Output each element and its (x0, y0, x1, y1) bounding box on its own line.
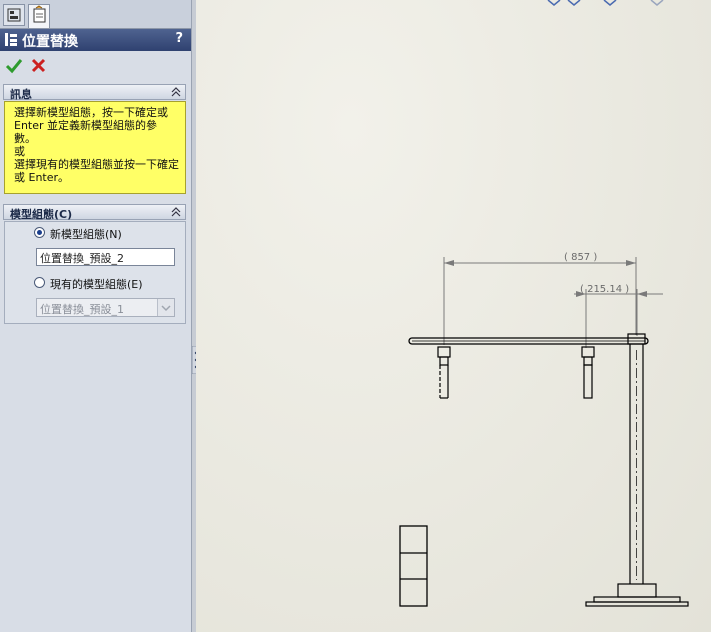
vertical-post[interactable] (585, 333, 689, 607)
config-group-header[interactable]: 模型組態(C) (3, 204, 186, 221)
property-manager-panel: 位置替換 ? 訊息 選擇新模型組態，按一下確定或 Enter 並定義新模型組態的… (0, 0, 192, 632)
panel-tabs (0, 0, 191, 29)
help-icon[interactable]: ? (175, 31, 183, 46)
existing-config-radio[interactable] (34, 277, 45, 288)
feature-manager-tab-icon (7, 8, 21, 22)
view-toolbar-partial[interactable] (547, 0, 664, 6)
collapse-chevron-icon[interactable] (171, 86, 181, 98)
hanger-left[interactable] (437, 346, 451, 399)
dimension-215-label: ( 215.14 ) (580, 284, 629, 295)
dimension-857-label: ( 857 ) (564, 252, 597, 263)
ok-cancel-bar (0, 54, 191, 78)
property-manager-tab-icon (33, 5, 46, 23)
ok-checkmark-icon[interactable] (4, 56, 24, 76)
panel-title: 位置替換 (22, 34, 78, 50)
message-text: 選擇新模型組態，按一下確定或 Enter 並定義新模型組態的參數。 或 選擇現有… (4, 101, 186, 194)
collapse-chevron-icon[interactable] (171, 206, 181, 218)
message-group-header[interactable]: 訊息 (3, 84, 186, 101)
cancel-x-icon[interactable] (29, 56, 49, 76)
chevron-down-icon[interactable] (157, 299, 174, 316)
position-override-icon (5, 33, 17, 46)
config-group-title: 模型組態(C) (10, 208, 73, 221)
stacked-blocks[interactable] (399, 525, 428, 607)
existing-config-dropdown[interactable]: 位置替換_預設_1 (36, 298, 175, 317)
hanger-middle[interactable] (581, 346, 595, 399)
feature-manager-tab[interactable] (3, 4, 25, 26)
new-config-radio[interactable] (34, 227, 45, 238)
new-config-name-input[interactable]: 位置替換_預設_2 (36, 248, 175, 266)
dimension-857[interactable]: ( 857 ) (443, 252, 637, 345)
assembly-drawing: ( 857 ) ( 215.14 ) (399, 0, 689, 607)
panel-title-bar: 位置替換 ? (0, 29, 191, 51)
graphics-area[interactable]: ( 857 ) ( 215.14 ) (196, 0, 711, 632)
existing-config-selected: 位置替換_預設_1 (40, 303, 124, 316)
boom-part[interactable] (408, 337, 649, 345)
property-manager-tab[interactable] (28, 4, 50, 28)
existing-config-label[interactable]: 現有的模型組態(E) (50, 276, 143, 292)
message-group-title: 訊息 (10, 88, 32, 101)
new-config-label[interactable]: 新模型組態(N) (50, 226, 122, 242)
